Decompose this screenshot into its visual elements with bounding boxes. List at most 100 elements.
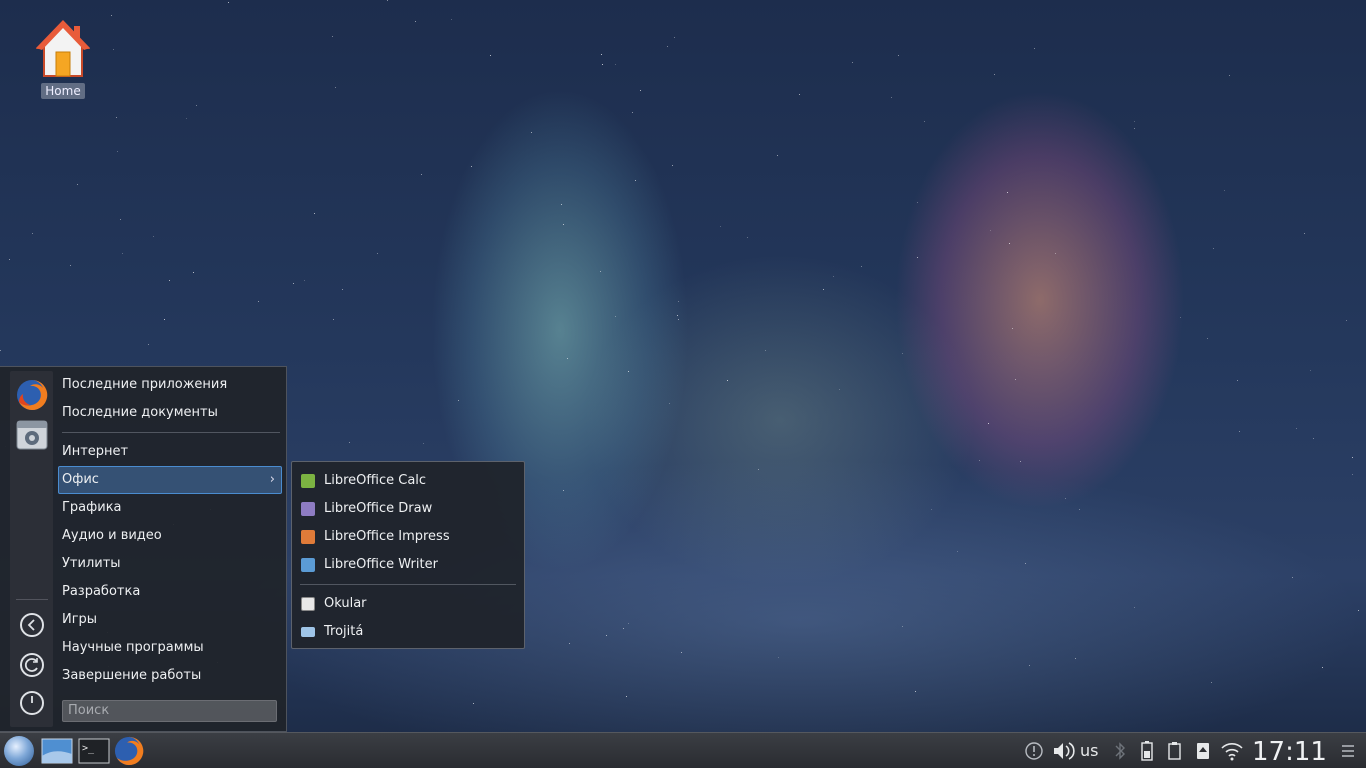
submenu-item-libreoffice-impress[interactable]: LibreOffice Impress	[298, 523, 518, 551]
menu-item-multimedia[interactable]: Аудио и видео	[58, 522, 282, 550]
clipboard-icon[interactable]	[1166, 733, 1184, 768]
submenu-separator	[300, 584, 516, 585]
star	[333, 319, 334, 320]
star	[0, 350, 1, 351]
star	[839, 389, 840, 390]
star	[293, 283, 294, 284]
menu-item-graphics[interactable]: Графика	[58, 494, 282, 522]
application-launcher-menu: Последние приложения Последние документы…	[0, 366, 287, 732]
desktop-icon-home[interactable]: Home	[30, 18, 96, 99]
star	[1292, 577, 1293, 578]
star	[678, 319, 679, 320]
clock[interactable]: 17:11	[1252, 733, 1327, 768]
firefox-icon[interactable]	[16, 379, 48, 411]
submenu-item-okular[interactable]: Okular	[298, 590, 518, 618]
star	[1304, 233, 1305, 234]
menu-item-recent-apps[interactable]: Последние приложения	[58, 371, 282, 399]
launcher-icon[interactable]	[4, 736, 34, 766]
star	[902, 353, 903, 354]
bluetooth-icon[interactable]	[1113, 733, 1127, 768]
trojita-icon	[301, 627, 315, 637]
submenu-item-label: LibreOffice Impress	[324, 529, 450, 544]
menu-item-development[interactable]: Разработка	[58, 578, 282, 606]
menu-item-science[interactable]: Научные программы	[58, 634, 282, 662]
terminal-icon[interactable]: >_	[78, 738, 110, 764]
chevron-right-icon: ›	[269, 472, 275, 487]
submenu-item-libreoffice-calc[interactable]: LibreOffice Calc	[298, 467, 518, 495]
star	[778, 657, 779, 658]
volume-icon[interactable]	[1051, 733, 1075, 768]
star	[228, 2, 229, 3]
submenu-item-trojita[interactable]: Trojitá	[298, 618, 518, 646]
desktop-pager-icon[interactable]	[41, 738, 73, 764]
devices-icon[interactable]	[1194, 733, 1212, 768]
star	[563, 490, 564, 491]
menu-item-internet[interactable]: Интернет	[58, 438, 282, 466]
star	[917, 202, 918, 203]
star	[1079, 509, 1080, 510]
menu-icon[interactable]	[1340, 733, 1356, 768]
star	[423, 443, 424, 444]
libreoffice-impress-icon	[301, 530, 315, 544]
wifi-icon[interactable]	[1220, 733, 1244, 768]
star	[924, 121, 925, 122]
submenu-item-label: LibreOffice Calc	[324, 473, 427, 488]
menu-item-label: Утилиты	[62, 556, 121, 571]
star	[1352, 474, 1353, 475]
star	[1229, 75, 1230, 76]
menu-item-shutdown[interactable]: Завершение работы	[58, 662, 282, 690]
search-input[interactable]: Поиск	[62, 700, 277, 722]
submenu-item-label: Trojitá	[324, 624, 364, 639]
star	[1025, 563, 1026, 564]
star	[196, 105, 197, 106]
star	[979, 460, 980, 461]
star	[1055, 253, 1056, 254]
firefox-icon[interactable]	[114, 736, 146, 766]
notifications-icon[interactable]	[1024, 733, 1044, 768]
star	[990, 230, 991, 231]
system-settings-icon[interactable]	[16, 419, 48, 451]
star	[490, 55, 491, 56]
menu-item-label: Офис	[62, 472, 99, 487]
star	[1075, 658, 1076, 659]
submenu-item-label: LibreOffice Draw	[324, 501, 433, 516]
star	[116, 117, 117, 118]
star	[342, 289, 343, 290]
menu-item-office[interactable]: Офис ›	[58, 466, 282, 494]
star	[994, 74, 995, 75]
back-icon[interactable]	[20, 613, 44, 637]
menu-item-label: Интернет	[62, 444, 129, 459]
star	[569, 643, 570, 644]
menu-item-recent-documents[interactable]: Последние документы	[58, 399, 282, 427]
menu-item-utilities[interactable]: Утилиты	[58, 550, 282, 578]
okular-icon	[301, 597, 315, 611]
menu-item-label: Аудио и видео	[62, 528, 162, 543]
star	[1346, 320, 1347, 321]
battery-icon[interactable]	[1138, 733, 1156, 768]
star	[1213, 248, 1214, 249]
menu-item-label: Последние документы	[62, 405, 218, 420]
restart-icon[interactable]	[20, 653, 44, 677]
star	[747, 237, 748, 238]
star	[153, 236, 154, 237]
keyboard-layout-indicator[interactable]: us	[1080, 733, 1098, 768]
power-icon[interactable]	[20, 691, 44, 715]
star	[193, 272, 194, 273]
menu-item-games[interactable]: Игры	[58, 606, 282, 634]
libreoffice-writer-icon	[301, 558, 315, 572]
star	[1322, 667, 1323, 668]
submenu-item-libreoffice-writer[interactable]: LibreOffice Writer	[298, 551, 518, 579]
star	[387, 0, 388, 1]
menu-item-label: Графика	[62, 500, 122, 515]
submenu-item-libreoffice-draw[interactable]: LibreOffice Draw	[298, 495, 518, 523]
desktop: Home Последние приложения Последние доку…	[0, 0, 1366, 768]
star	[122, 253, 123, 254]
menu-item-label: Последние приложения	[62, 377, 228, 392]
star	[471, 166, 472, 167]
star	[451, 19, 452, 20]
star	[415, 21, 416, 22]
star	[852, 62, 853, 63]
star	[988, 423, 989, 424]
keyboard-layout-label: us	[1080, 741, 1099, 760]
star	[169, 280, 170, 281]
